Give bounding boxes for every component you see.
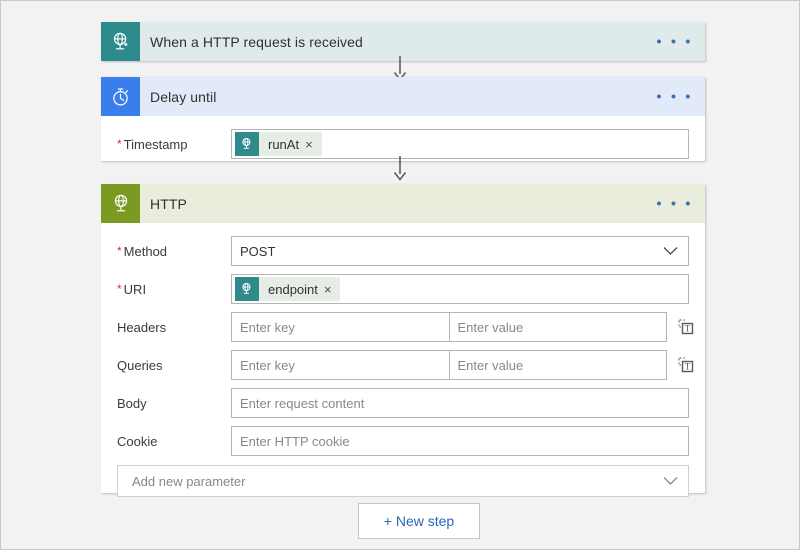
http-title: HTTP <box>150 196 187 212</box>
delay-title: Delay until <box>150 89 216 105</box>
headers-value-input[interactable]: Enter value <box>449 313 667 341</box>
connector-arrow-2 <box>1 157 799 181</box>
headers-value-placeholder: Enter value <box>458 320 524 335</box>
headers-key-input[interactable]: Enter key <box>232 313 449 341</box>
required-indicator: * <box>117 137 122 151</box>
trigger-title: When a HTTP request is received <box>150 34 363 50</box>
timestamp-label: *Timestamp <box>101 137 231 152</box>
globe-request-icon <box>235 132 259 156</box>
new-step-label: + New step <box>384 513 454 529</box>
http-overflow-menu-button[interactable]: • • • <box>656 196 693 211</box>
cookie-placeholder: Enter HTTP cookie <box>240 434 350 449</box>
field-row-body: Body Enter request content <box>101 388 705 418</box>
token-label: runAt <box>259 137 305 152</box>
field-row-cookie: Cookie Enter HTTP cookie <box>101 426 705 456</box>
cookie-label: Cookie <box>101 434 231 449</box>
required-indicator: * <box>117 244 122 258</box>
required-indicator: * <box>117 282 122 296</box>
delay-card-body: *Timestamp runAt <box>101 129 705 159</box>
queries-key-input[interactable]: Enter key <box>232 351 449 379</box>
headers-key-placeholder: Enter key <box>240 320 295 335</box>
close-icon[interactable]: × <box>324 283 341 296</box>
step-card-http[interactable]: HTTP • • • *Method POST *URI <box>101 184 705 493</box>
queries-keyvalue-group: Enter key Enter value <box>231 350 667 380</box>
trigger-overflow-menu-button[interactable]: • • • <box>656 34 693 49</box>
dynamic-token-endpoint[interactable]: endpoint × <box>235 277 340 301</box>
globe-request-icon <box>235 277 259 301</box>
body-input[interactable]: Enter request content <box>231 388 689 418</box>
method-dropdown[interactable]: POST <box>231 236 689 266</box>
field-row-timestamp: *Timestamp runAt <box>101 129 705 159</box>
logic-app-designer-canvas: When a HTTP request is received • • • <box>1 1 799 549</box>
step-card-delay-until[interactable]: Delay until • • • *Timestamp <box>101 77 705 161</box>
method-label: *Method <box>101 244 231 259</box>
delay-overflow-menu-button[interactable]: • • • <box>656 89 693 104</box>
body-label: Body <box>101 396 231 411</box>
add-new-parameter-label: Add new parameter <box>132 474 245 489</box>
body-placeholder: Enter request content <box>240 396 364 411</box>
field-row-uri: *URI endpoint <box>101 274 705 304</box>
http-card-body: *Method POST *URI <box>101 236 705 497</box>
uri-label: *URI <box>101 282 231 297</box>
stopwatch-icon <box>101 77 140 116</box>
dynamic-token-runAt[interactable]: runAt × <box>235 132 322 156</box>
field-row-queries: Queries Enter key Enter value T <box>101 350 705 380</box>
globe-request-icon <box>101 22 140 61</box>
queries-value-placeholder: Enter value <box>458 358 524 373</box>
token-label: endpoint <box>259 282 324 297</box>
uri-input[interactable]: endpoint × <box>231 274 689 304</box>
globe-http-icon <box>101 184 140 223</box>
http-card-header[interactable]: HTTP • • • <box>101 184 705 223</box>
chevron-down-icon <box>663 244 678 259</box>
text-mode-icon[interactable]: T <box>667 357 705 374</box>
queries-key-placeholder: Enter key <box>240 358 295 373</box>
close-icon[interactable]: × <box>305 138 322 151</box>
add-new-parameter-dropdown[interactable]: Add new parameter <box>117 465 689 497</box>
queries-label: Queries <box>101 358 231 373</box>
timestamp-input[interactable]: runAt × <box>231 129 689 159</box>
svg-text:T: T <box>684 323 690 333</box>
headers-label: Headers <box>101 320 231 335</box>
text-mode-icon[interactable]: T <box>667 319 705 336</box>
field-row-headers: Headers Enter key Enter value T <box>101 312 705 342</box>
method-value: POST <box>240 244 275 259</box>
svg-text:T: T <box>684 361 690 371</box>
queries-value-input[interactable]: Enter value <box>449 351 667 379</box>
delay-card-header[interactable]: Delay until • • • <box>101 77 705 116</box>
field-row-method: *Method POST <box>101 236 705 266</box>
headers-keyvalue-group: Enter key Enter value <box>231 312 667 342</box>
new-step-button[interactable]: + New step <box>358 503 480 539</box>
chevron-down-icon <box>663 474 678 489</box>
cookie-input[interactable]: Enter HTTP cookie <box>231 426 689 456</box>
